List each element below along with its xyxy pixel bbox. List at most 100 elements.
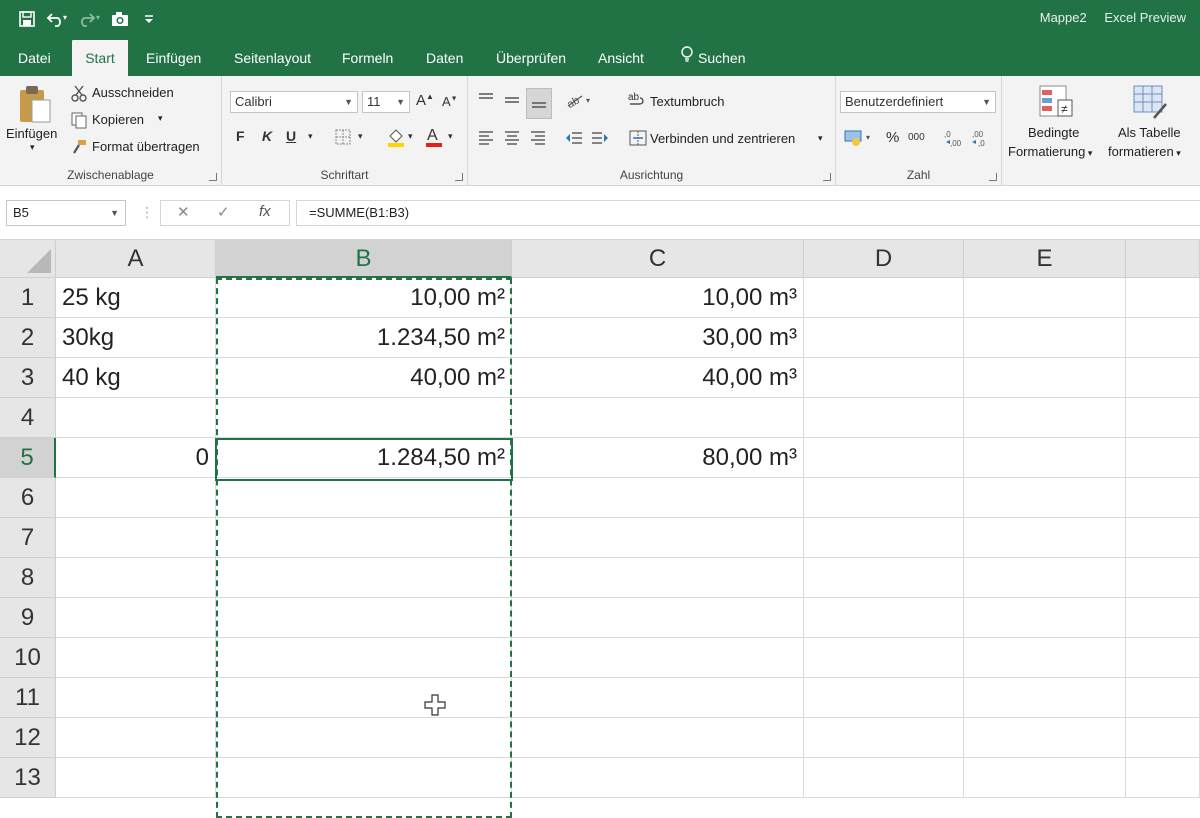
font-size-select[interactable]: 11 ▼ — [362, 91, 410, 113]
camera-icon[interactable] — [110, 10, 132, 31]
cell-f12[interactable] — [1126, 718, 1200, 758]
column-header-e[interactable]: E — [964, 240, 1126, 278]
decrease-indent-icon[interactable] — [564, 128, 584, 153]
format-as-table-button[interactable]: formatieren ▾ — [1108, 144, 1181, 159]
copy-dropdown-icon[interactable]: ▾ — [158, 113, 163, 124]
cell-e6[interactable] — [964, 478, 1126, 518]
cell-c8[interactable] — [512, 558, 804, 598]
increase-decimal-icon[interactable]: ,0,00 — [944, 128, 966, 153]
row-header-11[interactable]: 11 — [0, 678, 56, 718]
cell-c9[interactable] — [512, 598, 804, 638]
conditional-formatting-label1[interactable]: Bedingte — [1028, 125, 1079, 140]
cell-f2[interactable] — [1126, 318, 1200, 358]
merge-center-button[interactable]: Verbinden und zentrieren — [650, 131, 795, 146]
cell-b10[interactable] — [216, 638, 512, 678]
conditional-formatting-button[interactable]: Formatierung ▾ — [1008, 144, 1092, 159]
redo-icon[interactable]: ▾ — [78, 10, 100, 31]
cell-f9[interactable] — [1126, 598, 1200, 638]
cell-a2[interactable]: 30kg — [56, 318, 216, 358]
cell-f11[interactable] — [1126, 678, 1200, 718]
font-color-icon[interactable]: A — [424, 124, 444, 153]
align-top-icon[interactable] — [476, 90, 496, 115]
number-launcher-icon[interactable] — [989, 173, 997, 181]
align-middle-icon[interactable] — [502, 90, 522, 115]
tab-einfuegen[interactable]: Einfügen — [142, 40, 205, 76]
fill-color-icon[interactable] — [386, 126, 406, 153]
cell-e12[interactable] — [964, 718, 1126, 758]
cell-a9[interactable] — [56, 598, 216, 638]
tab-suchen[interactable]: Suchen — [676, 40, 749, 76]
wrap-text-button[interactable]: Textumbruch — [650, 94, 724, 109]
font-launcher-icon[interactable] — [455, 173, 463, 181]
name-box[interactable]: B5 ▼ — [6, 200, 126, 226]
cell-d13[interactable] — [804, 758, 964, 798]
enter-icon[interactable]: ✓ — [217, 203, 230, 221]
tab-start[interactable]: Start — [72, 40, 128, 76]
orientation-icon[interactable]: ab▾ — [564, 90, 594, 115]
cell-f13[interactable] — [1126, 758, 1200, 798]
cell-f4[interactable] — [1126, 398, 1200, 438]
cell-e9[interactable] — [964, 598, 1126, 638]
align-center-icon[interactable] — [502, 128, 522, 153]
borders-dropdown-icon[interactable]: ▾ — [358, 131, 363, 142]
cell-a8[interactable] — [56, 558, 216, 598]
cell-b5[interactable]: 1.284,50 m² — [216, 438, 512, 478]
cell-e2[interactable] — [964, 318, 1126, 358]
cell-a4[interactable] — [56, 398, 216, 438]
formula-input[interactable]: =SUMME(B1:B3) — [296, 200, 1200, 226]
cell-b6[interactable] — [216, 478, 512, 518]
row-header-2[interactable]: 2 — [0, 318, 56, 358]
cell-a10[interactable] — [56, 638, 216, 678]
row-header-5[interactable]: 5 — [0, 438, 56, 478]
cell-c13[interactable] — [512, 758, 804, 798]
tab-formeln[interactable]: Formeln — [338, 40, 397, 76]
cell-d8[interactable] — [804, 558, 964, 598]
shrink-font-button[interactable]: A▼ — [442, 94, 458, 109]
row-header-13[interactable]: 13 — [0, 758, 56, 798]
increase-indent-icon[interactable] — [590, 128, 610, 153]
cell-a13[interactable] — [56, 758, 216, 798]
cell-c1[interactable]: 10,00 m³ — [512, 278, 804, 318]
cell-b8[interactable] — [216, 558, 512, 598]
cell-d1[interactable] — [804, 278, 964, 318]
row-header-9[interactable]: 9 — [0, 598, 56, 638]
column-header-a[interactable]: A — [56, 240, 216, 278]
insert-function-icon[interactable]: fx — [259, 203, 271, 220]
format-painter-button[interactable]: Format übertragen — [92, 139, 200, 154]
tab-datei[interactable]: Datei — [14, 40, 55, 76]
tab-ueberpruefen[interactable]: Überprüfen — [492, 40, 570, 76]
cell-c6[interactable] — [512, 478, 804, 518]
cell-c3[interactable]: 40,00 m³ — [512, 358, 804, 398]
underline-button[interactable]: U — [286, 128, 296, 144]
thousands-button[interactable]: 000 — [908, 132, 925, 143]
decrease-decimal-icon[interactable]: ,00,0 — [970, 128, 992, 153]
paste-dropdown-icon[interactable]: ▾ — [30, 142, 35, 153]
cell-f7[interactable] — [1126, 518, 1200, 558]
cell-b7[interactable] — [216, 518, 512, 558]
cell-b3[interactable]: 40,00 m² — [216, 358, 512, 398]
cancel-icon[interactable]: ✕ — [177, 203, 190, 221]
cell-a6[interactable] — [56, 478, 216, 518]
cell-c10[interactable] — [512, 638, 804, 678]
row-header-10[interactable]: 10 — [0, 638, 56, 678]
cell-e5[interactable] — [964, 438, 1126, 478]
cell-b2[interactable]: 1.234,50 m² — [216, 318, 512, 358]
cell-d10[interactable] — [804, 638, 964, 678]
cell-d4[interactable] — [804, 398, 964, 438]
cell-d9[interactable] — [804, 598, 964, 638]
number-format-select[interactable]: Benutzerdefiniert ▼ — [840, 91, 996, 113]
cell-e13[interactable] — [964, 758, 1126, 798]
cell-b9[interactable] — [216, 598, 512, 638]
align-bottom-icon[interactable] — [526, 88, 552, 119]
select-all-button[interactable] — [0, 240, 56, 278]
tab-ansicht[interactable]: Ansicht — [594, 40, 648, 76]
cell-b11[interactable] — [216, 678, 512, 718]
cell-a1[interactable]: 25 kg — [56, 278, 216, 318]
cell-e10[interactable] — [964, 638, 1126, 678]
column-header-b[interactable]: B — [216, 240, 512, 278]
row-header-4[interactable]: 4 — [0, 398, 56, 438]
cell-d12[interactable] — [804, 718, 964, 758]
paste-button[interactable]: Einfügen — [6, 126, 57, 141]
cell-f6[interactable] — [1126, 478, 1200, 518]
column-header-partial[interactable] — [1126, 240, 1200, 278]
